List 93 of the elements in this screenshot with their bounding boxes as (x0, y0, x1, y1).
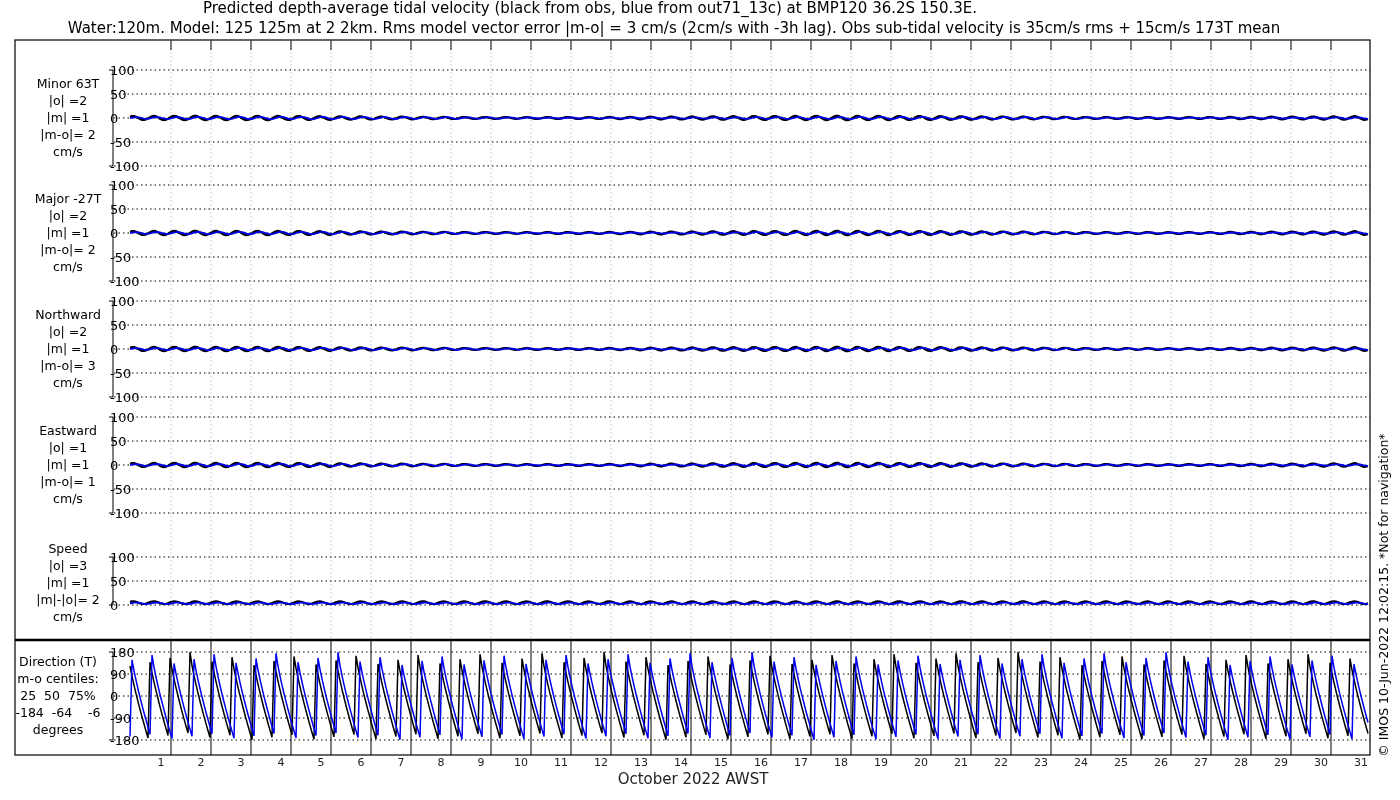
y-tick-label: -50 (110, 482, 132, 497)
day-label: 16 (754, 756, 768, 769)
panel-label: Northward (35, 307, 101, 322)
panel-label: |o| =2 (48, 93, 88, 108)
y-tick-label: -100 (110, 506, 140, 521)
panel-label: m-o centiles: (17, 671, 99, 686)
day-label: 20 (914, 756, 928, 769)
panel-label: |m-o|= 3 (40, 358, 96, 373)
day-label: 13 (634, 756, 648, 769)
y-tick-label: 50 (110, 87, 127, 102)
panel-label: |o| =2 (48, 208, 88, 223)
day-label: 23 (1034, 756, 1048, 769)
y-tick-label: 0 (110, 342, 119, 357)
day-label: 9 (477, 756, 485, 769)
panel-label: Direction (T) (19, 654, 97, 669)
day-label: 30 (1314, 756, 1328, 769)
panel-label: cm/s (53, 609, 83, 624)
panel-label: Major -27T (34, 191, 102, 206)
panel-label: -184 -64 -6 (15, 705, 101, 720)
y-tick-label: 100 (110, 410, 135, 425)
day-label: 18 (834, 756, 848, 769)
day-label: 12 (594, 756, 608, 769)
day-label: 10 (514, 756, 528, 769)
day-label: 24 (1074, 756, 1088, 769)
y-tick-label: 0 (110, 458, 119, 473)
y-tick-label: -180 (110, 733, 140, 748)
day-label: 27 (1194, 756, 1208, 769)
day-label: 2 (197, 756, 205, 769)
credit-text: © IMOS 10-Jun-2022 12:02:15. *Not for navigation* (1376, 433, 1391, 757)
chart-title: Predicted depth-average tidal velocity (black from obs, blue from out71_13c) at BMP120 36.2S 150.3E. (203, 0, 977, 17)
panel-label: |m| =1 (46, 457, 90, 472)
panel-label: Minor 63T (36, 76, 100, 91)
y-tick-label: 100 (110, 294, 135, 309)
y-tick-label: -50 (110, 135, 132, 150)
day-label: 19 (874, 756, 888, 769)
day-label: 25 (1114, 756, 1128, 769)
day-label: 5 (317, 756, 325, 769)
panel-label: |o| =3 (48, 558, 88, 573)
panel-label: cm/s (53, 144, 83, 159)
y-tick-label: -90 (110, 711, 132, 726)
y-tick-label: -100 (110, 274, 140, 289)
panel-label: |o| =1 (48, 440, 88, 455)
day-label: 29 (1274, 756, 1288, 769)
panel-label: |m-o|= 2 (40, 242, 96, 257)
day-label: 14 (674, 756, 688, 769)
panel-label: cm/s (53, 375, 83, 390)
panel-label: |m| =1 (46, 341, 90, 356)
y-tick-label: 0 (110, 689, 119, 704)
day-label: 8 (437, 756, 445, 769)
panel-label: 25 50 75% (20, 688, 96, 703)
y-tick-label: 180 (110, 645, 135, 660)
panel-label: |m| =1 (46, 110, 90, 125)
y-tick-label: -50 (110, 250, 132, 265)
day-label: 17 (794, 756, 808, 769)
y-tick-label: 0 (110, 111, 119, 126)
y-tick-label: 100 (110, 178, 135, 193)
panel-label: Eastward (39, 423, 97, 438)
chart-title: Water:120m. Model: 125 125m at 2 2km. Rms model vector error |m-o| = 3 cm/s (2cm/s with -3h lag). Obs sub-tidal velocity is 35cm/s rms + 15cm/s 173T mean (67, 19, 1281, 37)
panel-label: |o| =2 (48, 324, 88, 339)
day-label: 1 (157, 756, 165, 769)
y-tick-label: 0 (110, 598, 119, 613)
day-label: 7 (397, 756, 405, 769)
panel-label: |m|-|o|= 2 (36, 592, 100, 607)
y-tick-label: 50 (110, 574, 127, 589)
y-tick-label: 0 (110, 226, 119, 241)
day-label: 15 (714, 756, 728, 769)
day-label: 3 (237, 756, 245, 769)
panel-label: |m| =1 (46, 575, 90, 590)
y-tick-label: 90 (110, 667, 127, 682)
panel-label: cm/s (53, 491, 83, 506)
y-tick-label: 100 (110, 63, 135, 78)
y-tick-label: -100 (110, 390, 140, 405)
panel-label: |m-o|= 1 (40, 474, 96, 489)
y-tick-label: -100 (110, 159, 140, 174)
panel-label: Speed (48, 541, 88, 556)
day-label: 21 (954, 756, 968, 769)
day-label: 22 (994, 756, 1008, 769)
y-tick-label: 50 (110, 318, 127, 333)
y-tick-label: 50 (110, 202, 127, 217)
panel-label: |m| =1 (46, 225, 90, 240)
y-tick-label: -50 (110, 366, 132, 381)
day-label: 28 (1234, 756, 1248, 769)
panel-label: cm/s (53, 259, 83, 274)
day-label: 26 (1154, 756, 1168, 769)
y-tick-label: 50 (110, 434, 127, 449)
panel-label: |m-o|= 2 (40, 127, 96, 142)
y-tick-label: 100 (110, 550, 135, 565)
day-label: 11 (554, 756, 568, 769)
day-label: 4 (277, 756, 285, 769)
day-label: 6 (357, 756, 365, 769)
day-label: 31 (1354, 756, 1368, 769)
x-axis-label: October 2022 AWST (617, 770, 769, 788)
panel-label: degrees (32, 722, 84, 737)
